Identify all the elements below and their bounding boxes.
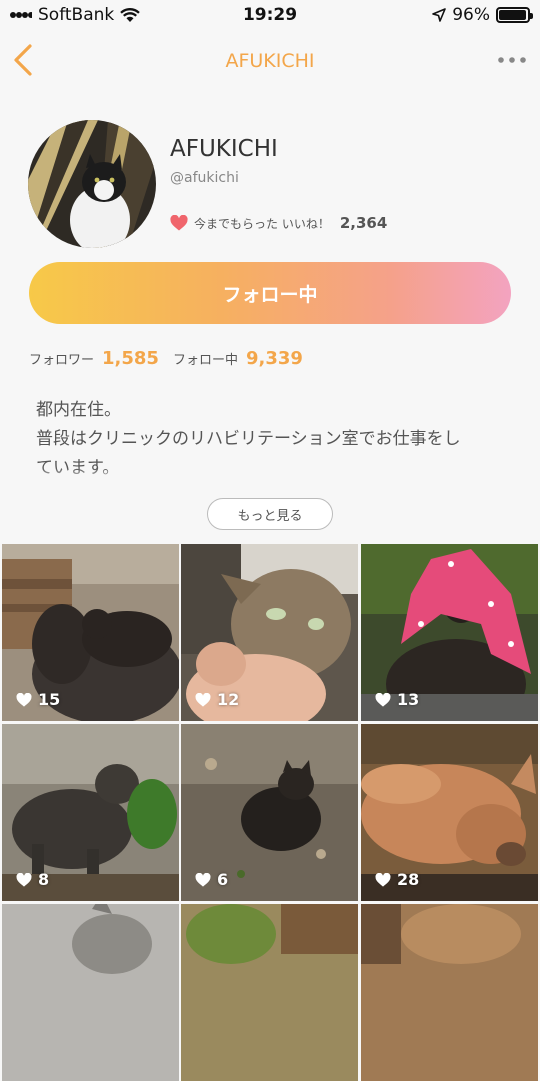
heart-icon — [375, 872, 391, 887]
photo-like-count: 12 — [195, 690, 239, 709]
see-more-button[interactable]: もっと見る — [207, 498, 333, 530]
brown-animal-photo — [361, 904, 538, 1081]
like-count: 8 — [38, 870, 50, 889]
nav-bar: AFUKICHI — [0, 32, 540, 90]
bio-fade — [36, 468, 512, 482]
battery-percent: 96% — [452, 5, 490, 25]
grey-animal-photo — [2, 904, 179, 1081]
profile-bio: 都内在住。 普段はクリニックのリハビリテーション室でお仕事をし ています。 — [36, 396, 512, 482]
photo-tile[interactable] — [361, 904, 538, 1081]
like-count: 6 — [217, 870, 229, 889]
bio-line: 普段はクリニックのリハビリテーション室でお仕事をし — [36, 429, 461, 449]
like-count: 12 — [217, 690, 240, 709]
avatar[interactable] — [28, 120, 156, 248]
photo-like-count: 28 — [375, 870, 419, 889]
photo-tile[interactable]: 15 — [2, 544, 179, 721]
photo-tile[interactable]: 6 — [181, 724, 358, 901]
battery-fill — [499, 10, 526, 20]
likes-count: 2,364 — [339, 214, 388, 232]
photo-like-count: 8 — [16, 870, 49, 889]
heart-icon — [195, 872, 211, 887]
nav-title: AFUKICHI — [225, 50, 315, 72]
bio-line: 都内在住。 — [36, 400, 121, 420]
follow-counts: フォロワー 1,585 フォロー中 9,339 — [29, 348, 309, 369]
photo-tile[interactable] — [181, 904, 358, 1081]
heart-icon — [16, 872, 32, 887]
location-arrow-icon — [432, 8, 447, 22]
followers-count[interactable]: 1,585 — [102, 348, 159, 369]
following-label[interactable]: フォロー中 — [173, 349, 238, 368]
like-count: 15 — [38, 690, 61, 709]
photo-tile[interactable]: 12 — [181, 544, 358, 721]
photo-tile[interactable]: 13 — [361, 544, 538, 721]
profile-name: AFUKICHI — [170, 136, 278, 162]
likes-label: 今までもらった いいね！ — [194, 216, 330, 231]
followers-label[interactable]: フォロワー — [29, 349, 94, 368]
heart-icon — [375, 692, 391, 707]
like-count: 13 — [397, 690, 420, 709]
following-count[interactable]: 9,339 — [246, 348, 303, 369]
more-options-button[interactable] — [494, 42, 530, 78]
plant-photo — [181, 904, 358, 1081]
photo-like-count: 13 — [375, 690, 419, 709]
status-bar: SoftBank 19:29 96% — [0, 0, 540, 32]
likes-received: 今までもらった いいね！ 2,364 — [170, 214, 387, 232]
heart-icon — [170, 215, 188, 231]
avatar-cat-photo — [28, 120, 156, 248]
photo-tile[interactable]: 28 — [361, 724, 538, 901]
photo-tile[interactable]: 8 — [2, 724, 179, 901]
photo-like-count: 15 — [16, 690, 60, 709]
photo-like-count: 6 — [195, 870, 228, 889]
heart-icon — [16, 692, 32, 707]
photo-tile[interactable] — [2, 904, 179, 1081]
profile-handle: @afukichi — [170, 170, 239, 186]
status-right: 96% — [432, 5, 533, 25]
more-dots-icon — [498, 57, 526, 63]
battery-icon — [496, 7, 533, 23]
heart-icon — [195, 692, 211, 707]
following-button[interactable]: フォロー中 — [29, 262, 511, 324]
like-count: 28 — [397, 870, 420, 889]
